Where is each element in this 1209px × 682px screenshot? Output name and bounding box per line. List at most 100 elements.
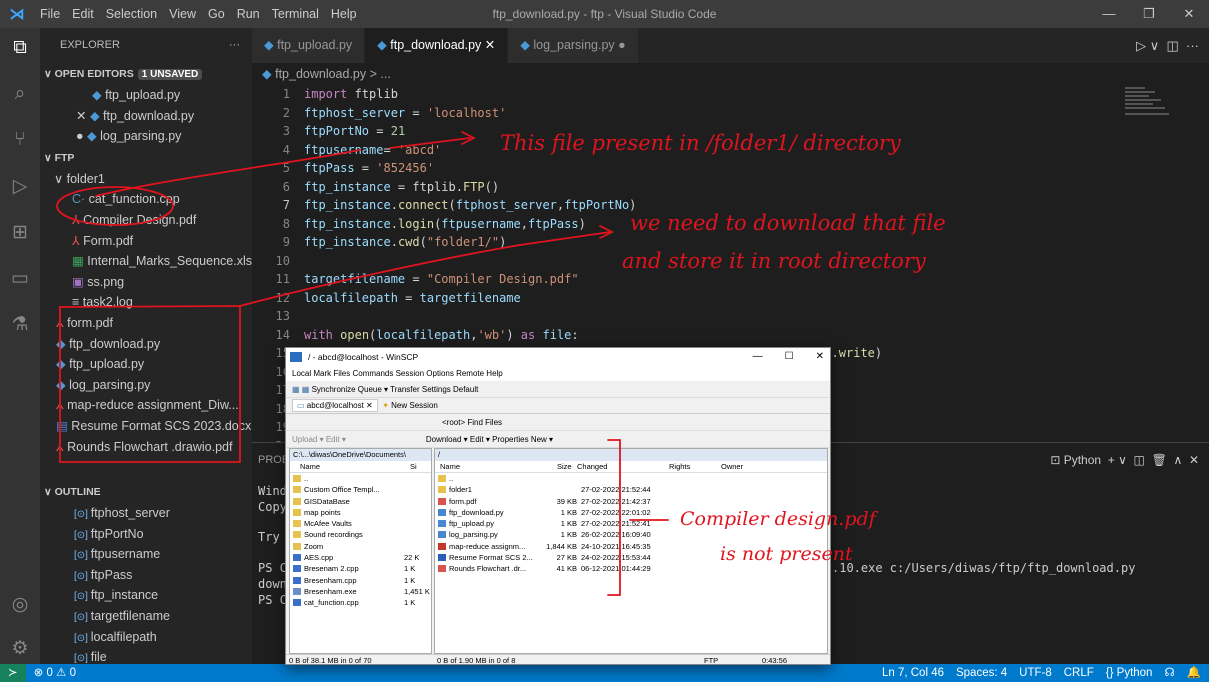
remote-file-row[interactable]: log_parsing.py 1 KB 26-02-2022 16:09:40 bbox=[435, 529, 827, 540]
session-tab[interactable]: ▭ abcd@localhost ✕ bbox=[292, 399, 378, 412]
navigation-toolbar[interactable]: <root> Find Files bbox=[286, 414, 830, 431]
local-file-row[interactable]: map points bbox=[290, 507, 431, 518]
column-header[interactable]: Size bbox=[557, 461, 572, 473]
open-editor-item[interactable]: ✕ ◆ ftp_download.py bbox=[40, 106, 252, 127]
local-file-row[interactable]: Zoom bbox=[290, 541, 431, 552]
new-session-tab[interactable]: ✦ New Session bbox=[382, 401, 438, 410]
file-item[interactable]: ◆ log_parsing.py bbox=[40, 375, 252, 396]
remote-file-row[interactable]: form.pdf 39 KB 27-02-2022 21:42:37 bbox=[435, 496, 827, 507]
file-item[interactable]: ⅄ form.pdf bbox=[40, 313, 252, 334]
open-editors-section[interactable]: ∨ OPEN EDITORS 1 UNSAVED bbox=[40, 63, 252, 85]
chevron-up-icon[interactable]: ∧ bbox=[1173, 453, 1182, 467]
remote-indicator-icon[interactable]: ≻ bbox=[0, 664, 26, 682]
open-editor-item[interactable]: ◆ ftp_upload.py bbox=[40, 85, 252, 106]
column-header[interactable]: Owner bbox=[721, 461, 743, 473]
local-file-row[interactable]: GISDataBase bbox=[290, 496, 431, 507]
actions-toolbar[interactable]: Upload ▾ Edit ▾ Download ▾ Edit ▾ Propert… bbox=[286, 431, 830, 448]
remote-pane[interactable]: / Name Size Changed Rights Owner .. folder1 27… bbox=[434, 448, 828, 654]
folder-item[interactable]: ∨ folder1 bbox=[40, 169, 252, 190]
explorer-icon[interactable]: ⧉ bbox=[0, 28, 40, 68]
tab-log-parsing[interactable]: ◆ log_parsing.py ● bbox=[508, 28, 639, 63]
local-file-row[interactable]: Bresenham.cpp 1 K bbox=[290, 575, 431, 586]
winscp-menu[interactable]: Local Mark Files Commands Session Option… bbox=[286, 366, 830, 381]
split-terminal-icon[interactable]: ◫ bbox=[1134, 453, 1145, 467]
menu-help[interactable]: Help bbox=[325, 7, 363, 21]
ftp-section[interactable]: ∨ FTP bbox=[40, 147, 252, 169]
extensions-icon[interactable]: ⊞ bbox=[0, 212, 40, 252]
local-pane[interactable]: C:\...\diwas\OneDrive\Documents\ Name Si … bbox=[289, 448, 432, 654]
column-header[interactable]: Changed bbox=[577, 461, 607, 473]
file-item[interactable]: ⅄ Form.pdf bbox=[40, 231, 252, 252]
trash-icon[interactable]: 🗑 bbox=[1152, 453, 1167, 467]
remote-file-row[interactable]: Rounds Flowchart .dr... 41 KB 06-12-2021 0… bbox=[435, 563, 827, 574]
breadcrumb[interactable]: ◆ ftp_download.py > ... bbox=[252, 63, 391, 85]
minimize-icon[interactable]: — bbox=[753, 348, 763, 366]
language-mode[interactable]: {} Python bbox=[1106, 664, 1153, 682]
winscp-toolbar[interactable]: ▦ ▦ Synchronize Queue ▾ Transfer Setting… bbox=[286, 381, 830, 398]
new-terminal-icon[interactable]: + ∨ bbox=[1108, 453, 1127, 467]
menu-view[interactable]: View bbox=[163, 7, 202, 21]
file-item[interactable]: ⅄ Compiler Design.pdf bbox=[40, 210, 252, 231]
local-file-row[interactable]: AES.cpp 22 K bbox=[290, 552, 431, 563]
file-item[interactable]: ◆ ftp_upload.py bbox=[40, 354, 252, 375]
remote-file-row[interactable]: folder1 27-02-2022 21:52:44 bbox=[435, 484, 827, 495]
outline-item[interactable]: [⊙] ftpPass bbox=[40, 565, 252, 586]
remote-explorer-icon[interactable]: ▭ bbox=[0, 258, 40, 298]
more-actions-icon[interactable]: ··· bbox=[229, 28, 240, 63]
local-file-row[interactable]: Custom Office Templ... bbox=[290, 484, 431, 495]
split-editor-icon[interactable]: ◫ bbox=[1166, 38, 1178, 53]
encoding[interactable]: UTF-8 bbox=[1019, 664, 1052, 682]
cursor-position[interactable]: Ln 7, Col 46 bbox=[882, 664, 944, 682]
remote-file-row[interactable]: map-reduce assignm... 1,844 KB 24-10-2021 … bbox=[435, 541, 827, 552]
indentation[interactable]: Spaces: 4 bbox=[956, 664, 1007, 682]
file-item[interactable]: ▦ Internal_Marks_Sequence.xlsx bbox=[40, 251, 252, 272]
problems-status[interactable]: ⊗ 0 ⚠ 0 bbox=[26, 664, 76, 682]
run-icon[interactable]: ▷ ∨ bbox=[1136, 38, 1159, 53]
remote-file-row[interactable]: .. bbox=[435, 473, 827, 484]
file-item[interactable]: ◆ ftp_download.py bbox=[40, 334, 252, 355]
menu-run[interactable]: Run bbox=[231, 7, 266, 21]
close-icon[interactable]: ✕ bbox=[816, 348, 824, 366]
source-control-icon[interactable]: ⑂ bbox=[0, 120, 40, 160]
menu-file[interactable]: File bbox=[34, 7, 66, 21]
tab-ftp-upload[interactable]: ◆ ftp_upload.py bbox=[252, 28, 366, 63]
outline-item[interactable]: [⊙] localfilepath bbox=[40, 627, 252, 648]
line-ending[interactable]: CRLF bbox=[1064, 664, 1094, 682]
more-actions-icon[interactable]: ··· bbox=[1186, 38, 1199, 53]
menu-selection[interactable]: Selection bbox=[100, 7, 163, 21]
local-file-row[interactable]: Bresenham.exe 1,451 K bbox=[290, 586, 431, 597]
file-item[interactable]: ⅄ Rounds Flowchart .drawio.pdf bbox=[40, 437, 252, 458]
feedback-icon[interactable]: ☊ bbox=[1164, 664, 1174, 682]
tab-ftp-download[interactable]: ◆ ftp_download.py ✕ bbox=[365, 28, 509, 63]
menu-edit[interactable]: Edit bbox=[66, 7, 100, 21]
local-file-row[interactable]: McAfee Vaults bbox=[290, 518, 431, 529]
local-file-row[interactable]: Bresenam 2.cpp 1 K bbox=[290, 563, 431, 574]
file-item[interactable]: ≡ task2.log bbox=[40, 292, 252, 313]
notifications-icon[interactable]: 🔔 bbox=[1187, 664, 1201, 682]
file-item[interactable]: C· cat_function.cpp bbox=[40, 189, 252, 210]
outline-item[interactable]: [⊙] ftp_instance bbox=[40, 585, 252, 606]
run-debug-icon[interactable]: ▷ bbox=[0, 166, 40, 206]
column-header[interactable]: Rights bbox=[669, 461, 690, 473]
minimap[interactable] bbox=[1115, 85, 1195, 125]
close-panel-icon[interactable]: ✕ bbox=[1189, 453, 1199, 467]
remote-file-row[interactable]: ftp_download.py 1 KB 27-02-2022 22:01:02 bbox=[435, 507, 827, 518]
open-editor-item[interactable]: ● ◆ log_parsing.py bbox=[40, 126, 252, 147]
local-file-row[interactable]: cat_function.cpp 1 K bbox=[290, 597, 431, 608]
file-item[interactable]: ▣ ss.png bbox=[40, 272, 252, 293]
local-file-row[interactable]: Sound recordings bbox=[290, 529, 431, 540]
file-item[interactable]: ⅄ map-reduce assignment_Diw... bbox=[40, 395, 252, 416]
column-header[interactable]: Si bbox=[410, 461, 417, 473]
outline-section[interactable]: ∨ OUTLINE bbox=[40, 481, 252, 503]
outline-item[interactable]: [⊙] targetfilename bbox=[40, 606, 252, 627]
close-icon[interactable]: ✕ bbox=[1169, 0, 1209, 28]
account-icon[interactable]: ◎ bbox=[0, 584, 40, 624]
outline-item[interactable]: [⊙] ftphost_server bbox=[40, 503, 252, 524]
column-header[interactable]: Name bbox=[440, 461, 460, 473]
outline-item[interactable]: [⊙] ftpPortNo bbox=[40, 524, 252, 545]
maximize-icon[interactable]: ❐ bbox=[1129, 0, 1169, 28]
local-file-row[interactable]: .. bbox=[290, 473, 431, 484]
testing-icon[interactable]: ⚗ bbox=[0, 304, 40, 344]
remote-file-row[interactable]: ftp_upload.py 1 KB 27-02-2022 21:52:41 bbox=[435, 518, 827, 529]
minimize-icon[interactable]: — bbox=[1089, 0, 1129, 28]
